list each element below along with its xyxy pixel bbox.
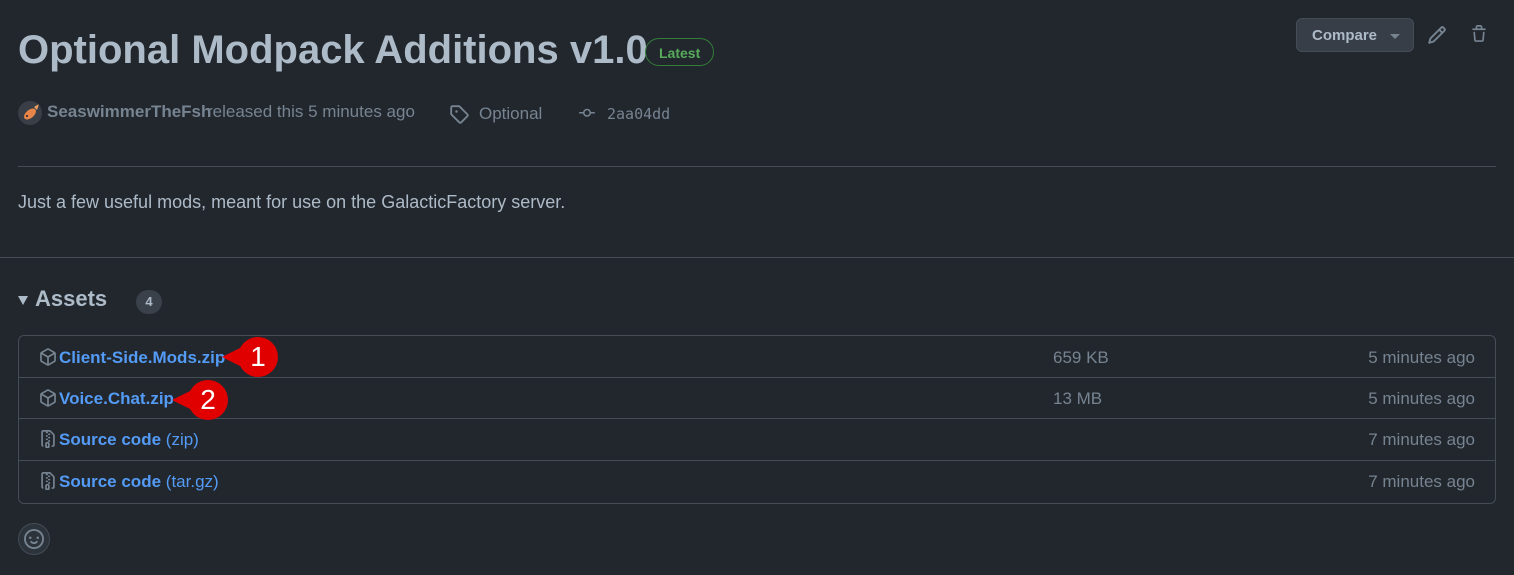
smiley-icon (24, 529, 44, 549)
package-icon (40, 389, 56, 407)
file-zip-icon (41, 430, 55, 448)
file-zip-icon (41, 472, 55, 490)
pencil-icon (1428, 26, 1446, 44)
asset-size: 13 MB (1053, 389, 1103, 408)
asset-format: (tar.gz) (165, 472, 219, 491)
assets-title: Assets (35, 286, 108, 311)
asset-link[interactable]: Voice.Chat.zip (59, 389, 174, 409)
asset-time: 5 minutes ago (1368, 389, 1475, 408)
compare-button[interactable]: Compare (1296, 18, 1414, 52)
callout-number: 2 (200, 384, 216, 415)
released-text: released this 5 minutes ago (207, 102, 415, 121)
package-icon (40, 348, 56, 366)
git-commit-icon (579, 108, 595, 117)
avatar[interactable] (18, 101, 42, 125)
asset-time: 7 minutes ago (1368, 430, 1475, 449)
asset-link[interactable]: Client-Side.Mods.zip (59, 348, 225, 368)
asset-row: Source code (zip) 7 minutes ago (19, 418, 1495, 460)
tag-icon (450, 105, 469, 124)
assets-count-badge: 4 (136, 290, 162, 314)
fish-avatar-icon (18, 101, 42, 125)
trash-icon (1472, 25, 1486, 42)
asset-name: Voice.Chat.zip (59, 389, 174, 408)
source-code-zip-link[interactable]: Source code (zip) (59, 430, 199, 450)
source-code-targz-link[interactable]: Source code (tar.gz) (59, 472, 219, 492)
asset-row: Voice.Chat.zip 13 MB 5 minutes ago (19, 377, 1495, 419)
asset-name: Source code (59, 472, 162, 491)
asset-time: 7 minutes ago (1368, 472, 1475, 491)
asset-name: Client-Side.Mods.zip (59, 348, 226, 367)
caret-down-icon (1390, 34, 1400, 39)
add-reaction-button[interactable] (18, 523, 50, 555)
triangle-down-icon (18, 296, 28, 305)
asset-row: Source code (tar.gz) 7 minutes ago (19, 460, 1495, 502)
callout-marker: 1 (220, 337, 282, 377)
divider (18, 166, 1496, 167)
commit-link[interactable]: 2aa04dd (607, 105, 670, 123)
asset-time: 5 minutes ago (1368, 348, 1475, 367)
release-description: Just a few useful mods, meant for use on… (18, 192, 566, 212)
compare-label: Compare (1312, 26, 1378, 44)
tag-link[interactable]: Optional (479, 104, 542, 124)
asset-format: (zip) (165, 430, 199, 449)
delete-button[interactable] (1470, 24, 1488, 49)
edit-button[interactable] (1427, 25, 1447, 50)
asset-name: Source code (59, 430, 162, 449)
asset-size: 659 KB (1053, 348, 1109, 367)
section-divider (0, 257, 1514, 258)
callout-marker: 2 (170, 380, 232, 420)
author-link[interactable]: SeaswimmerTheFsh (47, 102, 211, 122)
latest-badge: Latest (645, 38, 715, 66)
release-title: Optional Modpack Additions v1.0 (18, 28, 648, 72)
callout-number: 1 (250, 341, 266, 372)
